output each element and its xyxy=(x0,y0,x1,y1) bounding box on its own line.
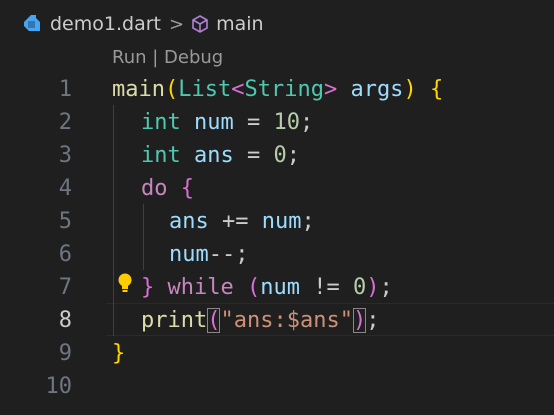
token-variable: ans xyxy=(169,209,209,234)
token-brace: { xyxy=(429,77,444,102)
token-angle: > xyxy=(323,77,338,102)
token-semicolon: ; xyxy=(379,275,393,300)
token-semicolon: ; xyxy=(366,308,380,333)
breadcrumb-file[interactable]: demo1.dart xyxy=(50,13,161,35)
code-line-8[interactable]: print("ans:$ans"); xyxy=(141,304,379,337)
line-number: 1 xyxy=(58,77,72,102)
token-function: main xyxy=(112,77,165,102)
token-keyword: do xyxy=(141,176,168,201)
token-type: int xyxy=(141,143,181,168)
breadcrumb-symbol[interactable]: main xyxy=(216,13,263,35)
token-paren: ) xyxy=(403,77,417,102)
code-line-9[interactable]: } xyxy=(112,337,125,370)
line-number: 9 xyxy=(58,341,72,366)
code-line-5[interactable]: ans += num; xyxy=(169,205,315,238)
line-number: 6 xyxy=(58,242,72,267)
token-operator: += xyxy=(208,209,262,234)
lightbulb-icon[interactable] xyxy=(116,272,134,294)
token-operator: = xyxy=(233,143,274,168)
token-number: 0 xyxy=(352,275,367,300)
token-variable: num xyxy=(169,242,209,267)
token-paren-matched: ) xyxy=(352,308,367,333)
token-number: 0 xyxy=(273,143,287,168)
indent-guide xyxy=(143,204,144,270)
token-type: int xyxy=(141,110,181,135)
token-type: List xyxy=(178,77,232,102)
token-param: args xyxy=(337,77,404,102)
code-line-4[interactable]: do { xyxy=(141,172,194,205)
code-line-6[interactable]: num--; xyxy=(169,238,249,271)
token-number: 10 xyxy=(273,110,300,135)
cube-icon xyxy=(190,14,210,34)
token-variable: num xyxy=(180,110,234,135)
token-keyword: while xyxy=(167,275,234,300)
token-semicolon: ; xyxy=(286,143,300,168)
token-variable: ans xyxy=(180,143,234,168)
breadcrumb: demo1.dart > main xyxy=(0,0,554,48)
code-line-3[interactable]: int ans = 0; xyxy=(141,139,300,172)
codelens: Run | Debug xyxy=(112,46,223,70)
token-brace: } xyxy=(112,341,126,366)
code-line-2[interactable]: int num = 10; xyxy=(141,106,313,139)
token-variable: num xyxy=(260,275,300,300)
line-number: 5 xyxy=(58,209,72,234)
token-brace: { xyxy=(180,176,194,201)
token-paren: ( xyxy=(246,275,261,300)
token-paren-matched: ( xyxy=(207,308,221,333)
token-string: "ans:$ans" xyxy=(220,308,353,333)
token-variable: num xyxy=(261,209,302,234)
line-number: 2 xyxy=(58,110,72,135)
token-operator: --; xyxy=(208,242,249,267)
dart-icon xyxy=(20,13,42,35)
line-number-active: 8 xyxy=(58,308,72,333)
token-operator: != xyxy=(299,275,353,300)
token-paren: ) xyxy=(366,275,380,300)
token-type: String xyxy=(244,77,324,102)
code-line-7[interactable]: } while (num != 0); xyxy=(141,271,393,304)
line-number: 3 xyxy=(58,143,72,168)
codelens-divider: | xyxy=(146,47,165,68)
code-line-1[interactable]: main(List<String> args) { xyxy=(112,73,443,106)
token-angle: < xyxy=(231,77,245,102)
line-number: 4 xyxy=(58,176,72,201)
token-paren: ( xyxy=(164,77,179,102)
token-semicolon: ; xyxy=(301,209,315,234)
token-function: print xyxy=(141,308,208,333)
run-codelens[interactable]: Run xyxy=(112,47,147,68)
line-number: 7 xyxy=(58,275,72,300)
token-semicolon: ; xyxy=(299,110,314,135)
breadcrumb-separator: > xyxy=(168,13,185,35)
line-number: 10 xyxy=(45,374,73,399)
debug-codelens[interactable]: Debug xyxy=(164,47,223,68)
token-brace: } xyxy=(141,275,155,300)
token-operator: = xyxy=(233,110,274,135)
indent-guide xyxy=(113,105,114,336)
